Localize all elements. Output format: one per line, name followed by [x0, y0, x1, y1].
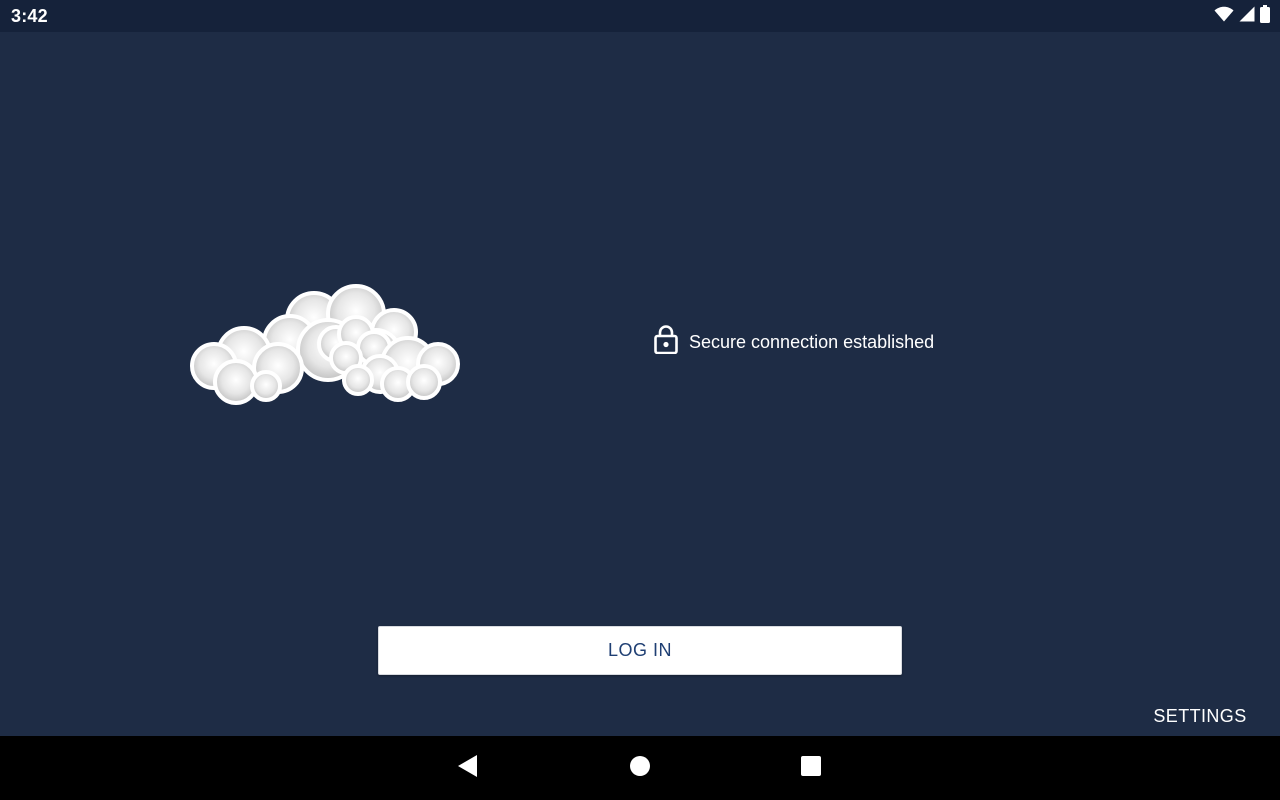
battery-icon: [1260, 4, 1270, 28]
recents-icon: [800, 755, 822, 782]
log-in-button[interactable]: LOG IN: [378, 626, 902, 675]
settings-button[interactable]: SETTINGS: [1144, 700, 1256, 732]
secure-connection-text: Secure connection established: [689, 331, 935, 352]
recents-button[interactable]: [791, 748, 831, 788]
status-icons: [1214, 4, 1270, 28]
status-bar: 3:42: [0, 0, 1280, 32]
home-icon: [629, 755, 651, 782]
navigation-bar: [0, 736, 1280, 800]
back-button[interactable]: [448, 748, 488, 788]
wifi-icon: [1214, 6, 1234, 27]
home-button[interactable]: [620, 748, 660, 788]
lock-icon: [654, 324, 678, 359]
cell-signal-icon: [1239, 6, 1255, 27]
cloud-logo: [186, 284, 466, 410]
back-icon: [457, 754, 479, 783]
secure-connection-status: Secure connection established: [654, 324, 934, 359]
status-time: 3:42: [11, 6, 48, 26]
main-content: Secure connection established LOG IN SET…: [0, 32, 1280, 736]
